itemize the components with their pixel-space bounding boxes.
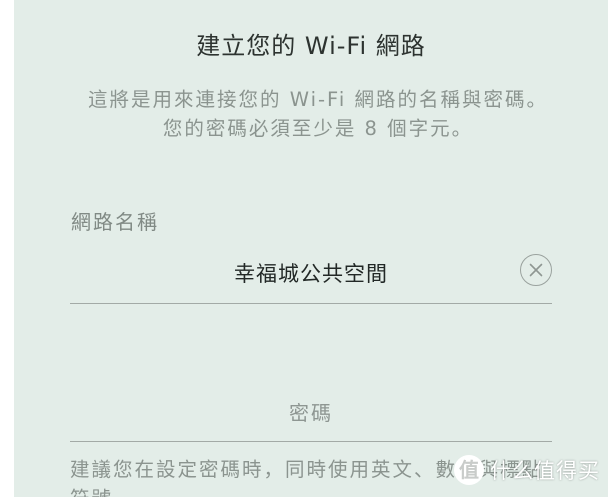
wifi-setup-panel: 建立您的 Wi-Fi 網路 這將是用來連接您的 Wi-Fi 網路的名稱與密碼。您… [14,0,608,497]
network-name-field[interactable]: 幸福城公共空間 [70,247,552,304]
watermark-text: 什么值得买 [490,459,600,483]
network-name-value[interactable]: 幸福城公共空間 [70,258,552,288]
network-name-label: 網路名稱 [71,210,159,234]
description-text: 這將是用來連接您的 Wi-Fi 網路的名稱與密碼。您的密碼必須至少是 8 個字元… [88,88,548,140]
watermark-logo-icon: 值 [454,455,484,485]
watermark: 值 什么值得买 [454,451,600,489]
password-field-container [70,385,552,451]
password-input[interactable] [70,385,552,451]
clear-network-name-button[interactable] [520,254,552,286]
close-icon [529,263,543,277]
page-title: 建立您的 Wi-Fi 網路 [196,32,426,60]
